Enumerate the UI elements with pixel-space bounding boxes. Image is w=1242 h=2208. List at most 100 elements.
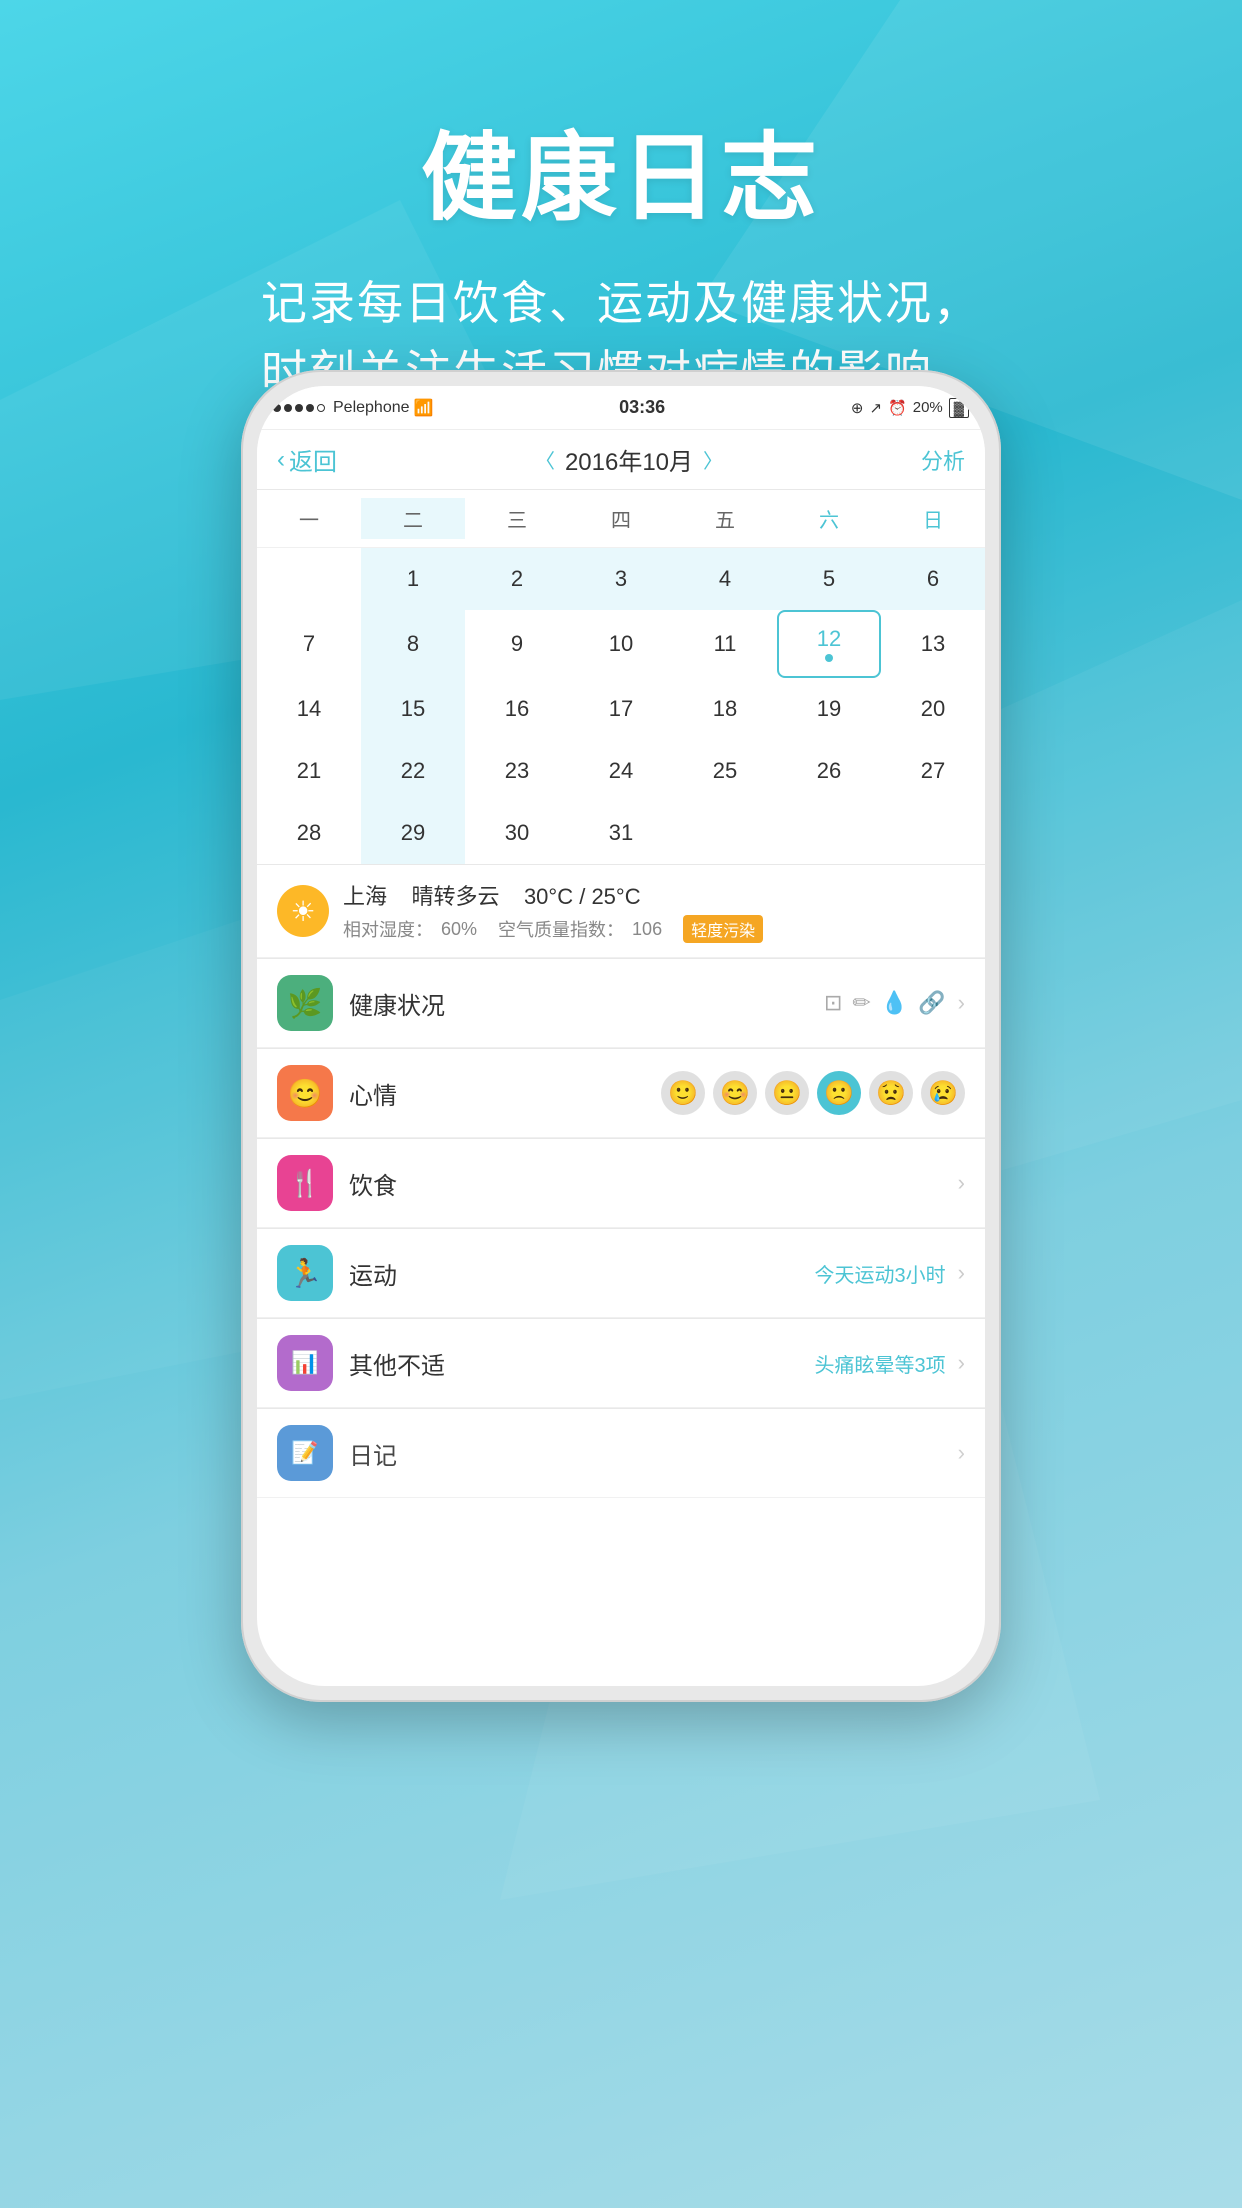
cal-cell-15[interactable]: 15: [361, 678, 465, 740]
weekday-sat: 六: [777, 498, 881, 539]
aqi-value: 106: [632, 919, 662, 940]
cal-cell-18[interactable]: 18: [673, 678, 777, 740]
battery-percent: 20%: [913, 399, 943, 416]
exercise-chevron-icon: ›: [958, 1260, 965, 1286]
weather-sub-text: 相对湿度： 60% 空气质量指数： 106 轻度污染: [343, 915, 965, 943]
status-bar: Pelephone 📶 03:36 ⊕ ↗ ⏰ 20% ▓: [257, 386, 985, 430]
diet-row-right: ›: [958, 1170, 965, 1196]
phone-screen: Pelephone 📶 03:36 ⊕ ↗ ⏰ 20% ▓ ‹: [257, 386, 985, 1686]
cal-cell-5[interactable]: 5: [777, 548, 881, 610]
cal-cell-empty-5a: [673, 802, 777, 864]
cal-cell-13[interactable]: 13: [881, 610, 985, 678]
mood-icon: 😊: [277, 1065, 333, 1121]
cal-cell-31[interactable]: 31: [569, 802, 673, 864]
cal-cell-23[interactable]: 23: [465, 740, 569, 802]
mood-face-2[interactable]: 😊: [713, 1071, 757, 1115]
cal-cell-16[interactable]: 16: [465, 678, 569, 740]
signal-dot-5: [317, 404, 325, 412]
weather-main-text: 上海 晴转多云 30°C / 25°C: [343, 879, 965, 911]
cal-cell-empty-5c: [881, 802, 985, 864]
cal-cell-3[interactable]: 3: [569, 548, 673, 610]
prev-month-button[interactable]: 〈: [535, 445, 555, 474]
cal-cell-19[interactable]: 19: [777, 678, 881, 740]
discomfort-row-right: 头痛眩晕等3项 ›: [815, 1349, 965, 1378]
mood-face-1[interactable]: 🙂: [661, 1071, 705, 1115]
status-left: Pelephone 📶: [273, 398, 433, 418]
weekday-wed: 三: [465, 498, 569, 539]
diary-icon: 📝: [277, 1425, 333, 1481]
calendar-weekday-headers: 一 二 三 四 五 六 日: [257, 490, 985, 548]
health-status-row[interactable]: 🌿 健康状况 ⊡ ✏ 💧 🔗 ›: [257, 959, 985, 1048]
discomfort-row[interactable]: 📊 其他不适 头痛眩晕等3项 ›: [257, 1319, 985, 1408]
analysis-button[interactable]: 分析: [921, 444, 965, 476]
cal-cell-30[interactable]: 30: [465, 802, 569, 864]
aqi-label: 空气质量指数：: [498, 916, 624, 942]
mood-row[interactable]: 😊 心情 🙂 😊 😐 🙁 😟 😢: [257, 1049, 985, 1138]
cal-cell-7[interactable]: 7: [257, 610, 361, 678]
cal-cell-24[interactable]: 24: [569, 740, 673, 802]
weather-temp: 30°C / 25°C: [524, 884, 641, 909]
discomfort-label: 其他不适: [349, 1346, 799, 1381]
cal-cell-empty-1[interactable]: [257, 548, 361, 610]
cal-cell-26[interactable]: 26: [777, 740, 881, 802]
diary-row[interactable]: 📝 日记 ›: [257, 1409, 985, 1498]
cal-cell-29[interactable]: 29: [361, 802, 465, 864]
cal-cell-4[interactable]: 4: [673, 548, 777, 610]
cal-cell-27[interactable]: 27: [881, 740, 985, 802]
location-icon: ⊕: [851, 399, 864, 417]
cal-cell-11[interactable]: 11: [673, 610, 777, 678]
signal-dots: [273, 404, 325, 412]
signal-dot-2: [284, 404, 292, 412]
diet-row[interactable]: 🍴 饮食 ›: [257, 1139, 985, 1228]
scale-icon: ⊡: [824, 990, 842, 1016]
cal-cell-6[interactable]: 6: [881, 548, 985, 610]
weekday-tue: 二: [361, 498, 465, 539]
weather-sun-icon: ☀: [277, 885, 329, 937]
link-icon: 🔗: [918, 990, 945, 1016]
cal-cell-2[interactable]: 2: [465, 548, 569, 610]
cal-cell-17[interactable]: 17: [569, 678, 673, 740]
battery-icon: ▓: [949, 398, 969, 418]
weather-info: 上海 晴转多云 30°C / 25°C 相对湿度： 60%: [343, 879, 965, 943]
calendar: 一 二 三 四 五 六 日 1 2 3: [257, 490, 985, 864]
direction-icon: ↗: [869, 399, 882, 417]
diet-icon: 🍴: [277, 1155, 333, 1211]
cal-cell-10[interactable]: 10: [569, 610, 673, 678]
cal-cell-22[interactable]: 22: [361, 740, 465, 802]
cal-cell-1[interactable]: 1: [361, 548, 465, 610]
weather-city: 上海: [343, 884, 387, 909]
alarm-icon: ⏰: [888, 399, 907, 417]
wifi-icon: 📶: [414, 398, 434, 418]
cal-cell-21[interactable]: 21: [257, 740, 361, 802]
phone-inner: Pelephone 📶 03:36 ⊕ ↗ ⏰ 20% ▓ ‹: [257, 386, 985, 1686]
back-label: 返回: [289, 442, 337, 477]
discomfort-chevron-icon: ›: [958, 1350, 965, 1376]
pencil-icon: ✏: [852, 990, 870, 1016]
health-chevron-icon: ›: [958, 990, 965, 1016]
cal-cell-20[interactable]: 20: [881, 678, 985, 740]
mood-face-5[interactable]: 😟: [869, 1071, 913, 1115]
mood-face-4-active[interactable]: 🙁: [817, 1071, 861, 1115]
cal-cell-8[interactable]: 8: [361, 610, 465, 678]
status-time: 03:36: [433, 397, 850, 418]
discomfort-value: 头痛眩晕等3项: [815, 1349, 946, 1378]
page-title: 健康日志: [0, 100, 1242, 239]
next-month-button[interactable]: 〉: [703, 445, 723, 474]
cal-cell-12-today[interactable]: 12: [777, 610, 881, 678]
signal-dot-4: [306, 404, 314, 412]
phone-mockup: Pelephone 📶 03:36 ⊕ ↗ ⏰ 20% ▓ ‹: [241, 370, 1001, 1702]
drop-icon: 💧: [881, 990, 908, 1016]
mood-face-6[interactable]: 😢: [921, 1071, 965, 1115]
health-label: 健康状况: [349, 986, 808, 1021]
exercise-row[interactable]: 🏃 运动 今天运动3小时 ›: [257, 1229, 985, 1318]
mood-face-3[interactable]: 😐: [765, 1071, 809, 1115]
cal-cell-14[interactable]: 14: [257, 678, 361, 740]
cal-cell-28[interactable]: 28: [257, 802, 361, 864]
cal-cell-9[interactable]: 9: [465, 610, 569, 678]
humidity-label: 相对湿度：: [343, 916, 433, 942]
cal-cell-25[interactable]: 25: [673, 740, 777, 802]
weekday-fri: 五: [673, 498, 777, 539]
calendar-grid: 1 2 3 4 5 6 7 8 9 10 11 12 13: [257, 548, 985, 864]
back-button[interactable]: ‹ 返回: [277, 442, 337, 477]
weekday-sun: 日: [881, 498, 985, 539]
